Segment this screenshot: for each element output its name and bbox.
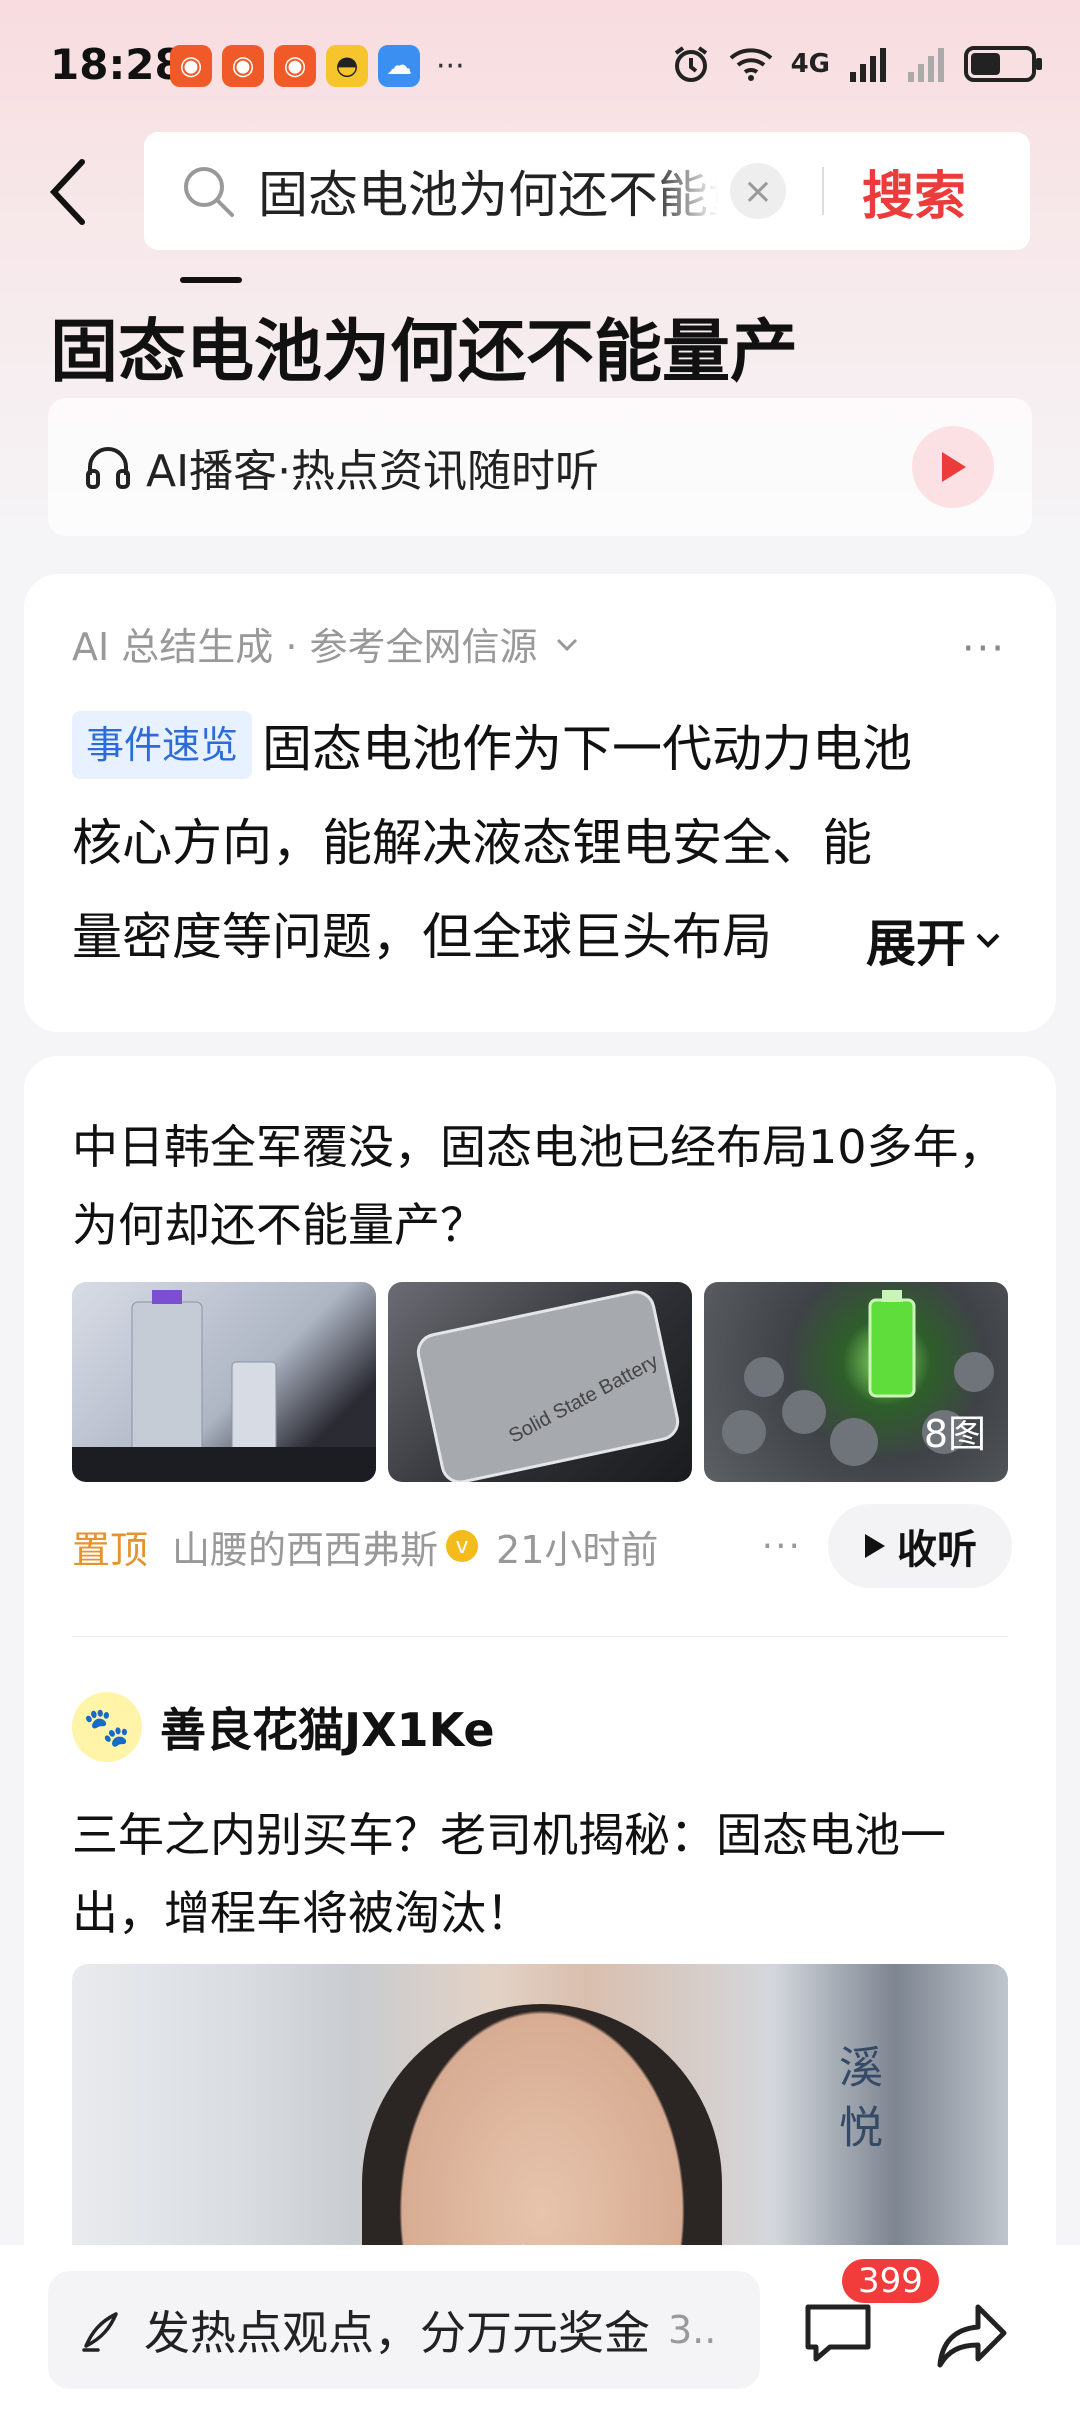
app-notification-icon: ◓ xyxy=(326,45,368,87)
bottom-bar: 发热点观点，分万元奖金 3.. 399 xyxy=(0,2245,1080,2412)
pen-icon xyxy=(82,2312,118,2352)
divider xyxy=(72,1636,1008,1637)
listen-label: 收听 xyxy=(897,1527,977,1573)
app-notification-icon: ◉ xyxy=(170,45,212,87)
more-notifications-icon: ··· xyxy=(436,48,465,84)
status-time: 18:28 xyxy=(50,40,184,89)
comment-placeholder-suffix: 3.. xyxy=(668,2308,717,2352)
search-icon xyxy=(184,167,234,217)
summary-line-2: 核心方向，能解决液态锂电安全、能 xyxy=(72,814,872,872)
event-tag: 事件速览 xyxy=(72,711,253,779)
share-icon[interactable] xyxy=(934,2297,1010,2373)
avatar[interactable]: 🐾 xyxy=(72,1692,142,1762)
summary-line: 事件速览 固态电池作为下一代动力电池 xyxy=(72,702,1022,796)
summary-source-label: AI 总结生成 · 参考全网信源 xyxy=(72,625,538,669)
summary-more-button[interactable]: ··· xyxy=(962,626,1006,672)
article-time: 21小时前 xyxy=(496,1527,659,1572)
battery-photo: Solid State Battery xyxy=(416,1290,680,1482)
comment-icon[interactable] xyxy=(800,2295,876,2371)
clear-search-button[interactable]: × xyxy=(730,163,786,219)
pinned-label: 置顶 xyxy=(72,1527,149,1572)
status-right: 4G xyxy=(671,44,1042,84)
alarm-icon xyxy=(674,46,707,82)
comment-input[interactable]: 发热点观点，分万元奖金 3.. xyxy=(48,2271,760,2389)
play-icon xyxy=(942,452,966,482)
post-header[interactable]: 🐾 善良花猫JX1Ke xyxy=(72,1692,495,1762)
signal-icon xyxy=(850,48,886,82)
listen-button[interactable]: 收听 xyxy=(828,1504,1012,1588)
signal-icon-secondary xyxy=(908,48,944,82)
podcast-label: AI播客·热点资讯随时听 xyxy=(146,446,600,497)
expand-label: 展开 xyxy=(866,915,966,973)
post-text[interactable]: 三年之内别买车？老司机揭秘：固态电池一出，增程车将被淘汰！ xyxy=(72,1796,1022,1952)
article-meta: 置顶 山腰的西西弗斯 v 21小时前 ··· 收听 xyxy=(72,1504,1012,1588)
summary-line-3: 量密度等问题，但全球巨头布局 xyxy=(72,908,772,966)
article-image[interactable]: Solid State Battery xyxy=(388,1282,692,1482)
verified-icon: v xyxy=(446,1530,479,1562)
video-sign-text: 溪悦 xyxy=(831,2044,882,2164)
feed-card: 中日韩全军覆没，固态电池已经布局10多年，为何却还不能量产？ Solid Sta… xyxy=(24,1056,1056,2412)
page-title: 固态电池为何还不能量产 xyxy=(50,313,799,392)
summary-source[interactable]: AI 总结生成 · 参考全网信源 xyxy=(72,616,582,671)
expand-button[interactable]: 展开 xyxy=(866,904,1004,976)
comment-placeholder: 发热点观点，分万元奖金 xyxy=(144,2306,650,2360)
notification-icons: ◉ ◉ ◉ ◓ ☁ ··· xyxy=(170,45,465,87)
search-bar[interactable]: 固态电池为何还不能量产 × 搜索 xyxy=(144,132,1030,250)
chevron-down-icon xyxy=(556,638,577,651)
app-notification-icon: ◉ xyxy=(222,45,264,87)
article-title[interactable]: 中日韩全军覆没，固态电池已经布局10多年，为何却还不能量产？ xyxy=(72,1108,1012,1264)
article-image[interactable] xyxy=(72,1282,376,1482)
wifi-icon xyxy=(729,48,772,81)
tab-indicator xyxy=(180,277,242,283)
search-button[interactable]: 搜索 xyxy=(862,154,966,229)
back-button[interactable] xyxy=(40,152,100,232)
battery-photo xyxy=(72,1290,376,1482)
network-type: 4G xyxy=(790,49,830,79)
search-input[interactable]: 固态电池为何还不能量产 xyxy=(258,155,718,227)
article-image[interactable]: 8图 xyxy=(704,1282,1008,1482)
comment-count-badge: 399 xyxy=(842,2259,939,2303)
weather-icon: ☁ xyxy=(378,45,420,87)
summary-line-1: 固态电池作为下一代动力电池 xyxy=(262,720,913,778)
article-images[interactable]: Solid State Battery 8图 xyxy=(72,1282,1008,1482)
app-notification-icon: ◉ xyxy=(274,45,316,87)
post-author[interactable]: 善良花猫JX1Ke xyxy=(160,1694,495,1760)
image-count: 8图 xyxy=(923,1412,986,1456)
battery-icon xyxy=(964,46,1042,82)
ai-podcast-bar[interactable]: AI播客·热点资讯随时听 xyxy=(48,398,1032,536)
status-bar: 18:28 ◉ ◉ ◉ ◓ ☁ ··· 4G xyxy=(0,0,1080,130)
article-author[interactable]: 山腰的西西弗斯 xyxy=(172,1519,438,1574)
article-more-button[interactable]: ··· xyxy=(762,1526,802,1567)
play-icon xyxy=(865,1534,885,1558)
ai-summary-card: AI 总结生成 · 参考全网信源 ··· 事件速览 固态电池作为下一代动力电池 核… xyxy=(24,574,1056,1032)
chevron-down-icon xyxy=(976,933,1000,948)
headphone-icon xyxy=(86,447,130,489)
podcast-play-button[interactable] xyxy=(912,426,994,508)
search-divider xyxy=(822,167,824,215)
